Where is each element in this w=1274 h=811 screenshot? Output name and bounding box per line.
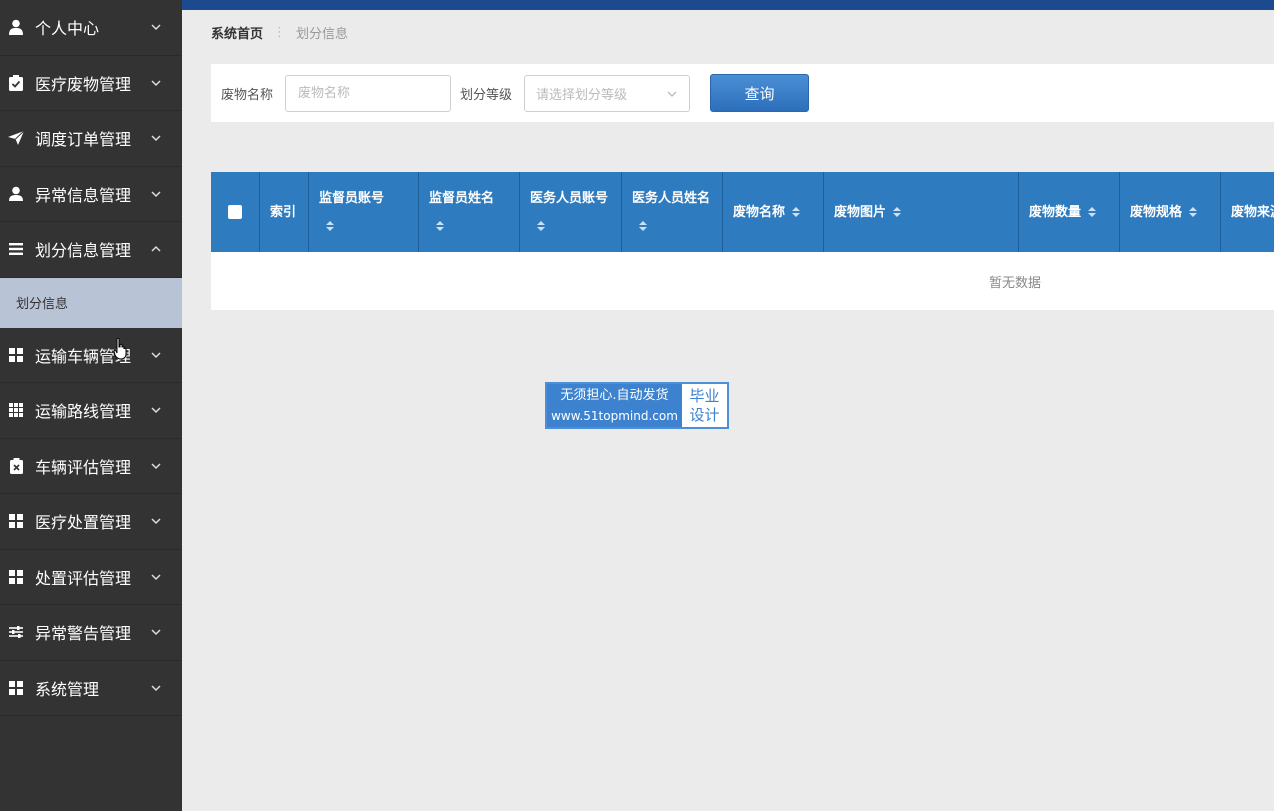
column-header-index: 索引 xyxy=(260,172,309,252)
sidebar-item-transport-vehicles[interactable]: 运输车辆管理 xyxy=(0,328,182,383)
column-header-label: 废物图片 xyxy=(834,199,902,226)
sidebar-item-vehicle-evaluation[interactable]: 车辆评估管理 xyxy=(0,439,182,494)
user-icon xyxy=(8,19,24,36)
select-all-header xyxy=(211,172,260,252)
column-header-supervisor-name[interactable]: 监督员姓名 xyxy=(419,172,520,252)
sort-icon[interactable] xyxy=(791,206,801,218)
send-icon xyxy=(8,130,24,146)
chevron-down-icon xyxy=(151,191,161,197)
watermark-banner: 无须担心.自动发货 www.51topmind.com 毕业 设计 xyxy=(545,382,729,429)
query-button[interactable]: 查询 xyxy=(710,74,809,112)
sidebar-item-abnormal-info[interactable]: 异常信息管理 xyxy=(0,167,182,222)
clipboard-x-icon xyxy=(8,457,24,474)
column-header-label: 监督员姓名 xyxy=(429,185,494,239)
empty-text: 暂无数据 xyxy=(988,275,1041,291)
grid-icon xyxy=(8,347,24,363)
sidebar-item-personal-center[interactable]: 个人中心 xyxy=(0,0,182,56)
chevron-down-icon xyxy=(667,91,677,97)
column-header-supervisor-account[interactable]: 监督员账号 xyxy=(309,172,419,252)
select-all-checkbox[interactable] xyxy=(228,205,242,219)
chevron-down-icon xyxy=(151,463,161,469)
watermark-right2: 设计 xyxy=(689,405,720,424)
chevron-down-icon xyxy=(151,135,161,142)
column-header-waste-quantity[interactable]: 废物数量 xyxy=(1019,172,1120,252)
level-select-placeholder: 请选择划分等级 xyxy=(536,88,628,103)
sort-icon[interactable] xyxy=(1188,206,1198,218)
chevron-down-icon xyxy=(151,685,161,691)
watermark-right1: 毕业 xyxy=(689,386,720,405)
chevron-down-icon xyxy=(151,407,161,414)
sliders-icon xyxy=(8,624,24,640)
watermark-line1: 无须担心.自动发货 xyxy=(560,387,669,403)
list-icon xyxy=(8,241,24,257)
sort-icon[interactable] xyxy=(892,206,902,218)
column-header-waste-spec[interactable]: 废物规格 xyxy=(1120,172,1221,252)
column-header-label: 监督员账号 xyxy=(319,185,384,239)
column-header-medical-staff-account[interactable]: 医务人员账号 xyxy=(520,172,622,252)
clipboard-icon xyxy=(8,74,24,91)
sidebar-subitem-classification[interactable]: 划分信息 xyxy=(0,277,182,328)
breadcrumb-separator: ⋮ xyxy=(273,25,287,40)
sidebar-item-system-management[interactable]: 系统管理 xyxy=(0,661,182,716)
column-header-waste-image[interactable]: 废物图片 xyxy=(824,172,1019,252)
top-bar xyxy=(182,0,1274,10)
search-panel: 废物名称 划分等级 请选择划分等级 查询 xyxy=(211,64,1274,122)
column-header-label: 医务人员姓名 xyxy=(632,185,712,239)
column-header-label: 废物规格 xyxy=(1130,199,1198,226)
grid-icon xyxy=(8,569,24,585)
grid-icon xyxy=(8,680,24,696)
sidebar-item-disposal-evaluation[interactable]: 处置评估管理 xyxy=(0,550,182,605)
chevron-down-icon xyxy=(151,352,161,358)
chevron-down-icon xyxy=(151,629,161,636)
breadcrumb-home[interactable]: 系统首页 xyxy=(211,23,263,42)
column-header-label: 废物来源 xyxy=(1231,204,1274,220)
watermark-right: 毕业 设计 xyxy=(682,384,727,427)
column-header-label: 废物名称 xyxy=(733,199,801,226)
watermark-url: www.51topmind.com xyxy=(551,408,678,423)
column-header-waste-source[interactable]: 废物来源 xyxy=(1221,172,1274,252)
chevron-down-icon xyxy=(151,574,161,580)
column-header-label: 医务人员账号 xyxy=(530,185,610,239)
grid9-icon xyxy=(8,402,24,418)
waste-name-label: 废物名称 xyxy=(221,88,274,103)
sidebar-item-medical-disposal[interactable]: 医疗处置管理 xyxy=(0,494,182,550)
user-icon xyxy=(8,186,24,202)
sidebar-item-abnormal-warning[interactable]: 异常警告管理 xyxy=(0,605,182,661)
level-label: 划分等级 xyxy=(460,88,513,103)
sidebar-item-medical-waste[interactable]: 医疗废物管理 xyxy=(0,56,182,111)
sort-icon[interactable] xyxy=(435,220,445,232)
sort-icon[interactable] xyxy=(638,220,648,232)
sidebar-item-dispatch-orders[interactable]: 调度订单管理 xyxy=(0,111,182,167)
column-header-label: 废物数量 xyxy=(1029,199,1097,226)
data-table: 索引 监督员账号 监督员姓名 医务人员账号 医务人员姓名 废物名称 废物图片 废… xyxy=(211,172,1274,310)
sidebar-item-classification-info[interactable]: 划分信息管理 xyxy=(0,222,182,278)
sort-icon[interactable] xyxy=(325,220,335,232)
chevron-up-icon xyxy=(151,246,161,252)
column-header-label: 索引 xyxy=(270,204,297,220)
table-header: 索引 监督员账号 监督员姓名 医务人员账号 医务人员姓名 废物名称 废物图片 废… xyxy=(211,172,1274,252)
level-select[interactable]: 请选择划分等级 xyxy=(524,75,690,112)
column-header-waste-name[interactable]: 废物名称 xyxy=(723,172,824,252)
table-empty-state: 暂无数据 xyxy=(211,252,1274,310)
sort-icon[interactable] xyxy=(1087,206,1097,218)
chevron-down-icon xyxy=(151,80,161,86)
breadcrumb: 系统首页 ⋮ 划分信息 xyxy=(211,23,348,42)
sidebar-item-transport-routes[interactable]: 运输路线管理 xyxy=(0,383,182,439)
hand-cursor-icon xyxy=(114,338,127,360)
sort-icon[interactable] xyxy=(536,220,546,232)
sidebar: 个人中心 医疗废物管理 调度订单管理 异常信息管理 划分信息管理 划分信息 运输… xyxy=(0,0,182,811)
grid-icon xyxy=(8,513,24,529)
column-header-medical-staff-name[interactable]: 医务人员姓名 xyxy=(622,172,723,252)
waste-name-input[interactable] xyxy=(285,75,451,112)
breadcrumb-current: 划分信息 xyxy=(296,27,349,42)
chevron-down-icon xyxy=(151,518,161,525)
watermark-left: 无须担心.自动发货 www.51topmind.com xyxy=(547,384,682,427)
chevron-down-icon xyxy=(151,24,161,31)
